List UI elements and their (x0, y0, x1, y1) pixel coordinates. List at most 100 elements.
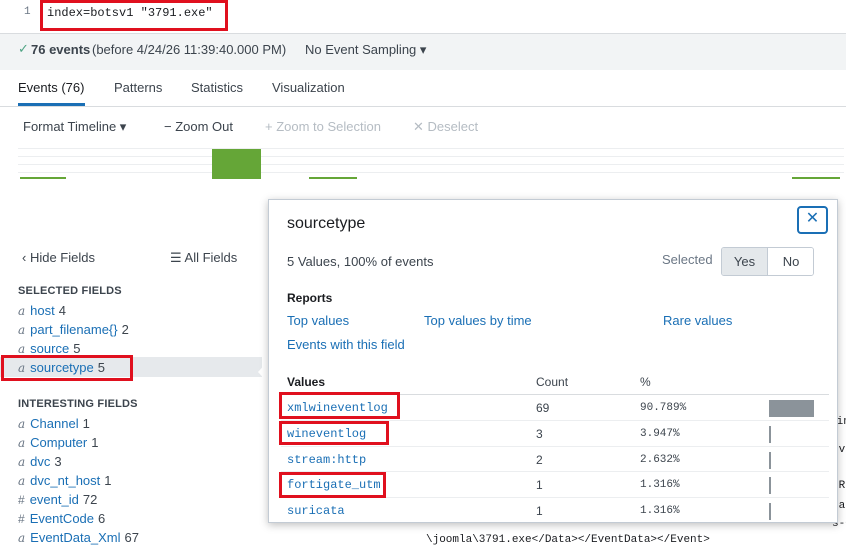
deselect-button[interactable]: ✕ Deselect (413, 119, 478, 135)
field-dvc[interactable]: a dvc 3 (18, 454, 62, 469)
tab-visualization[interactable]: Visualization (272, 80, 345, 95)
hide-fields-button[interactable]: ‹ Hide Fields (22, 250, 95, 265)
timeline-bar[interactable] (309, 177, 357, 179)
active-tab-indicator (18, 103, 85, 106)
selected-label: Selected (662, 252, 713, 267)
search-query-input[interactable]: index=botsv1 "3791.exe" (40, 0, 228, 31)
close-button[interactable]: ✕ (797, 206, 828, 234)
highlight-box (279, 472, 386, 498)
field-count: 1 (91, 435, 99, 450)
selected-yes-button[interactable]: Yes (722, 248, 768, 275)
all-fields-button[interactable]: ☰ All Fields (170, 250, 237, 266)
table-row-divider (281, 446, 829, 447)
value-link[interactable]: suricata (287, 504, 345, 518)
timeline-gridline (18, 172, 844, 173)
highlight-box (279, 421, 389, 445)
field-eventcode[interactable]: # EventCode 6 (18, 511, 105, 526)
field-type-icon: # (18, 493, 25, 507)
field-part-filename[interactable]: a part_filename{} 2 (18, 322, 129, 337)
field-name[interactable]: part_filename{} (30, 322, 117, 337)
fields-sidebar: SELECTED FIELDS a host 4 a part_filename{} 2… (0, 275, 262, 545)
tab-statistics[interactable]: Statistics (191, 80, 243, 95)
field-count: 4 (58, 303, 66, 318)
field-name[interactable]: host (30, 303, 55, 318)
value-count: 2 (536, 453, 543, 467)
search-meta-bar: ✓ 76 events (before 4/24/26 11:39:40.000… (0, 34, 846, 70)
results-tabs: Events (76) Patterns Statistics Visualiz… (0, 70, 846, 107)
field-name[interactable]: event_id (30, 492, 79, 507)
value-count: 1 (536, 478, 543, 492)
highlight-box (1, 355, 133, 381)
popup-title: sourcetype (287, 215, 366, 232)
field-type-icon: a (18, 342, 26, 356)
line-number: 1 (24, 6, 31, 18)
value-percent: 1.316% (640, 505, 680, 517)
field-type-icon: a (18, 474, 26, 488)
report-rare-values-link[interactable]: Rare values (663, 313, 732, 328)
field-count: 1 (104, 473, 112, 488)
percent-column-header: % (640, 375, 651, 389)
percent-bar (769, 503, 819, 520)
interesting-fields-title: INTERESTING FIELDS (18, 398, 138, 410)
selected-no-button[interactable]: No (768, 248, 813, 275)
report-top-values-by-time-link[interactable]: Top values by time (424, 313, 532, 328)
field-type-icon: a (18, 531, 26, 545)
format-timeline-button[interactable]: Format Timeline ▾ (23, 119, 126, 135)
field-count: 67 (124, 530, 139, 545)
field-computer[interactable]: a Computer 1 (18, 435, 98, 450)
value-link[interactable]: stream:http (287, 453, 366, 467)
search-bar[interactable]: 1 index=botsv1 "3791.exe" (0, 0, 846, 34)
reports-title: Reports (287, 291, 333, 305)
close-icon: ✕ (805, 210, 820, 227)
event-text-fragment: \joomla\3791.exe</Data></EventData></Eve… (426, 534, 710, 545)
field-source[interactable]: a source 5 (18, 341, 80, 356)
timeline-gridline (18, 156, 844, 157)
zoom-to-selection-button[interactable]: + Zoom to Selection (265, 119, 381, 134)
field-name[interactable]: dvc (30, 454, 50, 469)
fields-header: ‹ Hide Fields ☰ All Fields (0, 238, 262, 274)
field-count: 72 (82, 492, 98, 507)
field-name[interactable]: Channel (30, 416, 78, 431)
timeline-toolbar: Format Timeline ▾ − Zoom Out + Zoom to S… (0, 108, 846, 144)
timeline-gridline (18, 164, 844, 165)
field-host[interactable]: a host 4 (18, 303, 66, 318)
events-time-range: (before 4/24/26 11:39:40.000 PM) (92, 42, 287, 57)
field-count: 6 (98, 511, 106, 526)
value-percent: 2.632% (640, 454, 680, 466)
field-summary-popup: sourcetype ✕ 5 Values, 100% of events Se… (268, 199, 838, 523)
field-name[interactable]: dvc_nt_host (30, 473, 100, 488)
value-percent: 90.789% (640, 402, 687, 414)
field-channel[interactable]: a Channel 1 (18, 416, 90, 431)
timeline-bar[interactable] (20, 177, 66, 179)
field-name[interactable]: Computer (30, 435, 87, 450)
field-eventdata-xml[interactable]: a EventData_Xml 67 (18, 530, 139, 545)
selected-fields-title: SELECTED FIELDS (18, 285, 122, 297)
field-name[interactable]: EventData_Xml (30, 530, 120, 545)
zoom-out-button[interactable]: − Zoom Out (164, 119, 233, 134)
field-type-icon: a (18, 417, 26, 431)
field-count: 1 (82, 416, 90, 431)
event-sampling-dropdown[interactable]: No Event Sampling ▾ (305, 42, 426, 58)
timeline-bar[interactable] (212, 149, 261, 179)
percent-bar-fill (769, 426, 771, 443)
field-type-icon: # (18, 512, 25, 526)
percent-bar-fill (769, 503, 771, 520)
field-name[interactable]: EventCode (30, 511, 94, 526)
field-name[interactable]: source (30, 341, 69, 356)
timeline-bar[interactable] (792, 177, 840, 179)
selected-toggle[interactable]: Yes No (721, 247, 814, 276)
value-count: 3 (536, 427, 543, 441)
field-event-id[interactable]: # event_id 72 (18, 492, 97, 507)
report-top-values-link[interactable]: Top values (287, 313, 349, 328)
check-icon: ✓ (18, 41, 29, 56)
value-count: 1 (536, 504, 543, 518)
percent-bar-fill (769, 452, 771, 469)
percent-bar (769, 477, 819, 494)
tab-events[interactable]: Events (76) (18, 80, 84, 95)
field-dvc-nt-host[interactable]: a dvc_nt_host 1 (18, 473, 112, 488)
tab-patterns[interactable]: Patterns (114, 80, 162, 95)
report-events-with-field-link[interactable]: Events with this field (287, 337, 405, 352)
field-type-icon: a (18, 436, 26, 450)
value-percent: 3.947% (640, 428, 680, 440)
field-count: 2 (121, 322, 129, 337)
